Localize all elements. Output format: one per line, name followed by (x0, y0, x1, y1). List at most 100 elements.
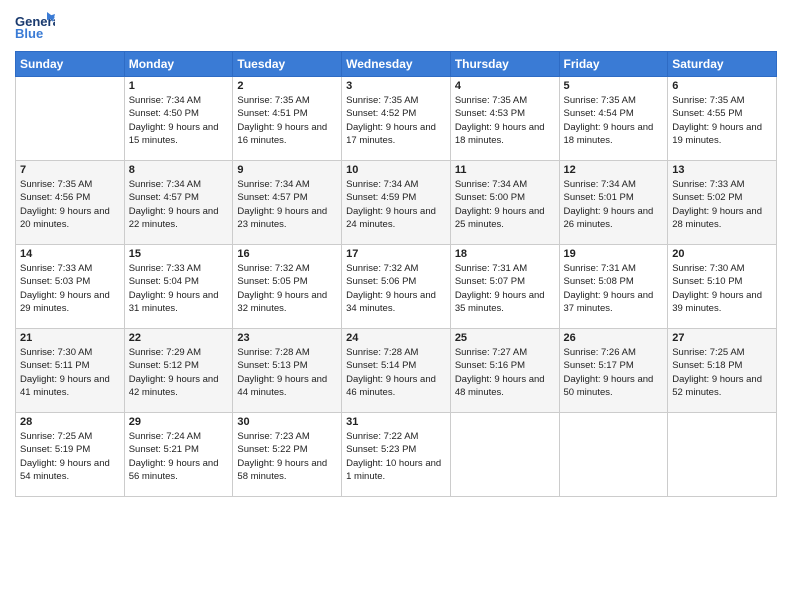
calendar-cell: 26Sunrise: 7:26 AMSunset: 5:17 PMDayligh… (559, 329, 668, 413)
cell-info: Sunrise: 7:27 AMSunset: 5:16 PMDaylight:… (455, 347, 545, 398)
day-number: 15 (129, 248, 229, 260)
day-number: 5 (564, 80, 664, 92)
day-number: 23 (237, 332, 337, 344)
calendar-cell: 14Sunrise: 7:33 AMSunset: 5:03 PMDayligh… (16, 245, 125, 329)
calendar-cell: 15 Sunrise: 7:33 AMSunset: 5:04 PMDayligh… (124, 245, 233, 329)
calendar-cell: 18 Sunrise: 7:31 AMSunset: 5:07 PMDayligh… (450, 245, 559, 329)
col-header-sunday: Sunday (16, 52, 125, 77)
cell-info: Sunrise: 7:35 AMSunset: 4:52 PMDaylight:… (346, 95, 436, 146)
cell-info: Sunrise: 7:28 AMSunset: 5:13 PMDaylight:… (237, 347, 327, 398)
day-number: 1 (129, 80, 229, 92)
calendar-cell: 22 Sunrise: 7:29 AMSunset: 5:12 PMDayligh… (124, 329, 233, 413)
cell-info: Sunrise: 7:25 AMSunset: 5:19 PMDaylight:… (20, 431, 110, 482)
day-number: 21 (20, 332, 120, 344)
week-row-3: 14Sunrise: 7:33 AMSunset: 5:03 PMDayligh… (16, 245, 777, 329)
day-number: 12 (564, 164, 664, 176)
calendar-cell: 23 Sunrise: 7:28 AMSunset: 5:13 PMDayligh… (233, 329, 342, 413)
day-number: 7 (20, 164, 120, 176)
col-header-tuesday: Tuesday (233, 52, 342, 77)
day-number: 29 (129, 416, 229, 428)
cell-info: Sunrise: 7:33 AMSunset: 5:04 PMDaylight:… (129, 263, 219, 314)
cell-info: Sunrise: 7:35 AMSunset: 4:51 PMDaylight:… (237, 95, 327, 146)
calendar-cell: 3 Sunrise: 7:35 AMSunset: 4:52 PMDaylight… (342, 77, 451, 161)
day-number: 9 (237, 164, 337, 176)
header-row: SundayMondayTuesdayWednesdayThursdayFrid… (16, 52, 777, 77)
day-number: 18 (455, 248, 555, 260)
cell-info: Sunrise: 7:31 AMSunset: 5:07 PMDaylight:… (455, 263, 545, 314)
day-number: 25 (455, 332, 555, 344)
day-number: 22 (129, 332, 229, 344)
day-number: 2 (237, 80, 337, 92)
cell-info: Sunrise: 7:25 AMSunset: 5:18 PMDaylight:… (672, 347, 762, 398)
week-row-1: 1 Sunrise: 7:34 AMSunset: 4:50 PMDaylight… (16, 77, 777, 161)
page-container: General Blue SundayMondayTuesdayWednesda… (0, 0, 792, 612)
calendar-cell: 16Sunrise: 7:32 AMSunset: 5:05 PMDayligh… (233, 245, 342, 329)
calendar-cell: 20 Sunrise: 7:30 AMSunset: 5:10 PMDayligh… (668, 245, 777, 329)
day-number: 20 (672, 248, 772, 260)
calendar-cell: 28 Sunrise: 7:25 AMSunset: 5:19 PMDayligh… (16, 413, 125, 497)
day-number: 13 (672, 164, 772, 176)
day-number: 28 (20, 416, 120, 428)
calendar-cell: 21 Sunrise: 7:30 AMSunset: 5:11 PMDayligh… (16, 329, 125, 413)
calendar-cell: 24 Sunrise: 7:28 AMSunset: 5:14 PMDayligh… (342, 329, 451, 413)
calendar-cell: 8 Sunrise: 7:34 AMSunset: 4:57 PMDaylight… (124, 161, 233, 245)
cell-info: Sunrise: 7:30 AMSunset: 5:11 PMDaylight:… (20, 347, 110, 398)
cell-info: Sunrise: 7:30 AMSunset: 5:10 PMDaylight:… (672, 263, 762, 314)
calendar-cell: 13 Sunrise: 7:33 AMSunset: 5:02 PMDayligh… (668, 161, 777, 245)
cell-info: Sunrise: 7:33 AMSunset: 5:02 PMDaylight:… (672, 179, 762, 230)
cell-info: Sunrise: 7:32 AMSunset: 5:05 PMDaylight:… (237, 263, 327, 314)
calendar-cell (559, 413, 668, 497)
calendar-cell: 7Sunrise: 7:35 AMSunset: 4:56 PMDaylight… (16, 161, 125, 245)
week-row-4: 21 Sunrise: 7:30 AMSunset: 5:11 PMDayligh… (16, 329, 777, 413)
calendar-cell: 2 Sunrise: 7:35 AMSunset: 4:51 PMDaylight… (233, 77, 342, 161)
day-number: 24 (346, 332, 446, 344)
day-number: 27 (672, 332, 772, 344)
day-number: 19 (564, 248, 664, 260)
calendar-cell: 9 Sunrise: 7:34 AMSunset: 4:57 PMDaylight… (233, 161, 342, 245)
cell-info: Sunrise: 7:34 AMSunset: 4:57 PMDaylight:… (129, 179, 219, 230)
calendar-cell: 27 Sunrise: 7:25 AMSunset: 5:18 PMDayligh… (668, 329, 777, 413)
cell-info: Sunrise: 7:35 AMSunset: 4:53 PMDaylight:… (455, 95, 545, 146)
logo: General Blue (15, 10, 55, 45)
svg-text:Blue: Blue (15, 26, 43, 41)
calendar-cell: 12 Sunrise: 7:34 AMSunset: 5:01 PMDayligh… (559, 161, 668, 245)
week-row-2: 7Sunrise: 7:35 AMSunset: 4:56 PMDaylight… (16, 161, 777, 245)
col-header-monday: Monday (124, 52, 233, 77)
day-number: 8 (129, 164, 229, 176)
cell-info: Sunrise: 7:29 AMSunset: 5:12 PMDaylight:… (129, 347, 219, 398)
header: General Blue (15, 10, 777, 45)
day-number: 6 (672, 80, 772, 92)
cell-info: Sunrise: 7:34 AMSunset: 4:57 PMDaylight:… (237, 179, 327, 230)
calendar-cell: 1 Sunrise: 7:34 AMSunset: 4:50 PMDaylight… (124, 77, 233, 161)
week-row-5: 28 Sunrise: 7:25 AMSunset: 5:19 PMDayligh… (16, 413, 777, 497)
calendar-cell: 10 Sunrise: 7:34 AMSunset: 4:59 PMDayligh… (342, 161, 451, 245)
calendar-cell (668, 413, 777, 497)
cell-info: Sunrise: 7:31 AMSunset: 5:08 PMDaylight:… (564, 263, 654, 314)
calendar-cell: 17Sunrise: 7:32 AMSunset: 5:06 PMDayligh… (342, 245, 451, 329)
cell-info: Sunrise: 7:24 AMSunset: 5:21 PMDaylight:… (129, 431, 219, 482)
cell-info: Sunrise: 7:22 AMSunset: 5:23 PMDaylight:… (346, 431, 441, 482)
cell-info: Sunrise: 7:34 AMSunset: 5:00 PMDaylight:… (455, 179, 545, 230)
calendar-cell (16, 77, 125, 161)
cell-info: Sunrise: 7:34 AMSunset: 5:01 PMDaylight:… (564, 179, 654, 230)
day-number: 31 (346, 416, 446, 428)
cell-info: Sunrise: 7:26 AMSunset: 5:17 PMDaylight:… (564, 347, 654, 398)
calendar-cell: 5 Sunrise: 7:35 AMSunset: 4:54 PMDaylight… (559, 77, 668, 161)
calendar-cell: 11Sunrise: 7:34 AMSunset: 5:00 PMDayligh… (450, 161, 559, 245)
day-number: 17 (346, 248, 446, 260)
cell-info: Sunrise: 7:34 AMSunset: 4:50 PMDaylight:… (129, 95, 219, 146)
day-number: 10 (346, 164, 446, 176)
calendar-cell: 25 Sunrise: 7:27 AMSunset: 5:16 PMDayligh… (450, 329, 559, 413)
cell-info: Sunrise: 7:34 AMSunset: 4:59 PMDaylight:… (346, 179, 436, 230)
calendar-cell: 29 Sunrise: 7:24 AMSunset: 5:21 PMDayligh… (124, 413, 233, 497)
day-number: 3 (346, 80, 446, 92)
cell-info: Sunrise: 7:35 AMSunset: 4:54 PMDaylight:… (564, 95, 654, 146)
calendar-cell: 6Sunrise: 7:35 AMSunset: 4:55 PMDaylight… (668, 77, 777, 161)
cell-info: Sunrise: 7:28 AMSunset: 5:14 PMDaylight:… (346, 347, 436, 398)
day-number: 14 (20, 248, 120, 260)
col-header-saturday: Saturday (668, 52, 777, 77)
day-number: 30 (237, 416, 337, 428)
calendar-table: SundayMondayTuesdayWednesdayThursdayFrid… (15, 51, 777, 497)
col-header-thursday: Thursday (450, 52, 559, 77)
cell-info: Sunrise: 7:23 AMSunset: 5:22 PMDaylight:… (237, 431, 327, 482)
